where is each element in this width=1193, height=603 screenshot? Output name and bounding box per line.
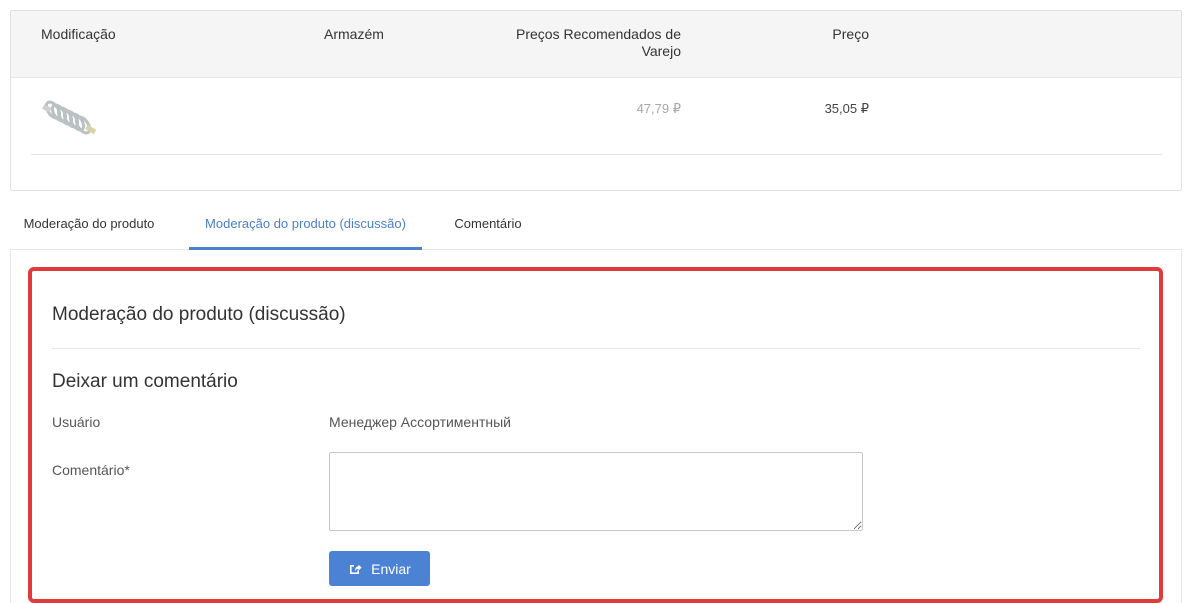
tab-comment[interactable]: Comentário	[438, 200, 538, 250]
column-header-price: Preço	[832, 26, 869, 42]
column-header-recommended-retail-price: Preços Recomendados de Varejo	[516, 26, 681, 59]
tab-product-moderation-discussion[interactable]: Moderação do produto (discussão)	[189, 200, 422, 250]
tab-bar: Moderação do produto Moderação do produt…	[10, 200, 1182, 250]
highlight-frame	[28, 267, 1163, 603]
coiled-cable-image[interactable]	[39, 96, 105, 140]
tab-product-moderation[interactable]: Moderação do produto	[10, 200, 168, 250]
modifications-table: Modificação Armazém Preços Recomendados …	[10, 10, 1182, 191]
column-header-warehouse: Armazém	[324, 26, 384, 42]
recommended-retail-price-value: 47,79 ₽	[636, 101, 681, 116]
price-value: 35,05 ₽	[824, 101, 869, 116]
column-header-modification: Modificação	[41, 26, 116, 42]
table-header: Modificação Armazém Preços Recomendados …	[11, 11, 1181, 78]
table-row: 47,79 ₽ 35,05 ₽	[31, 78, 1162, 155]
